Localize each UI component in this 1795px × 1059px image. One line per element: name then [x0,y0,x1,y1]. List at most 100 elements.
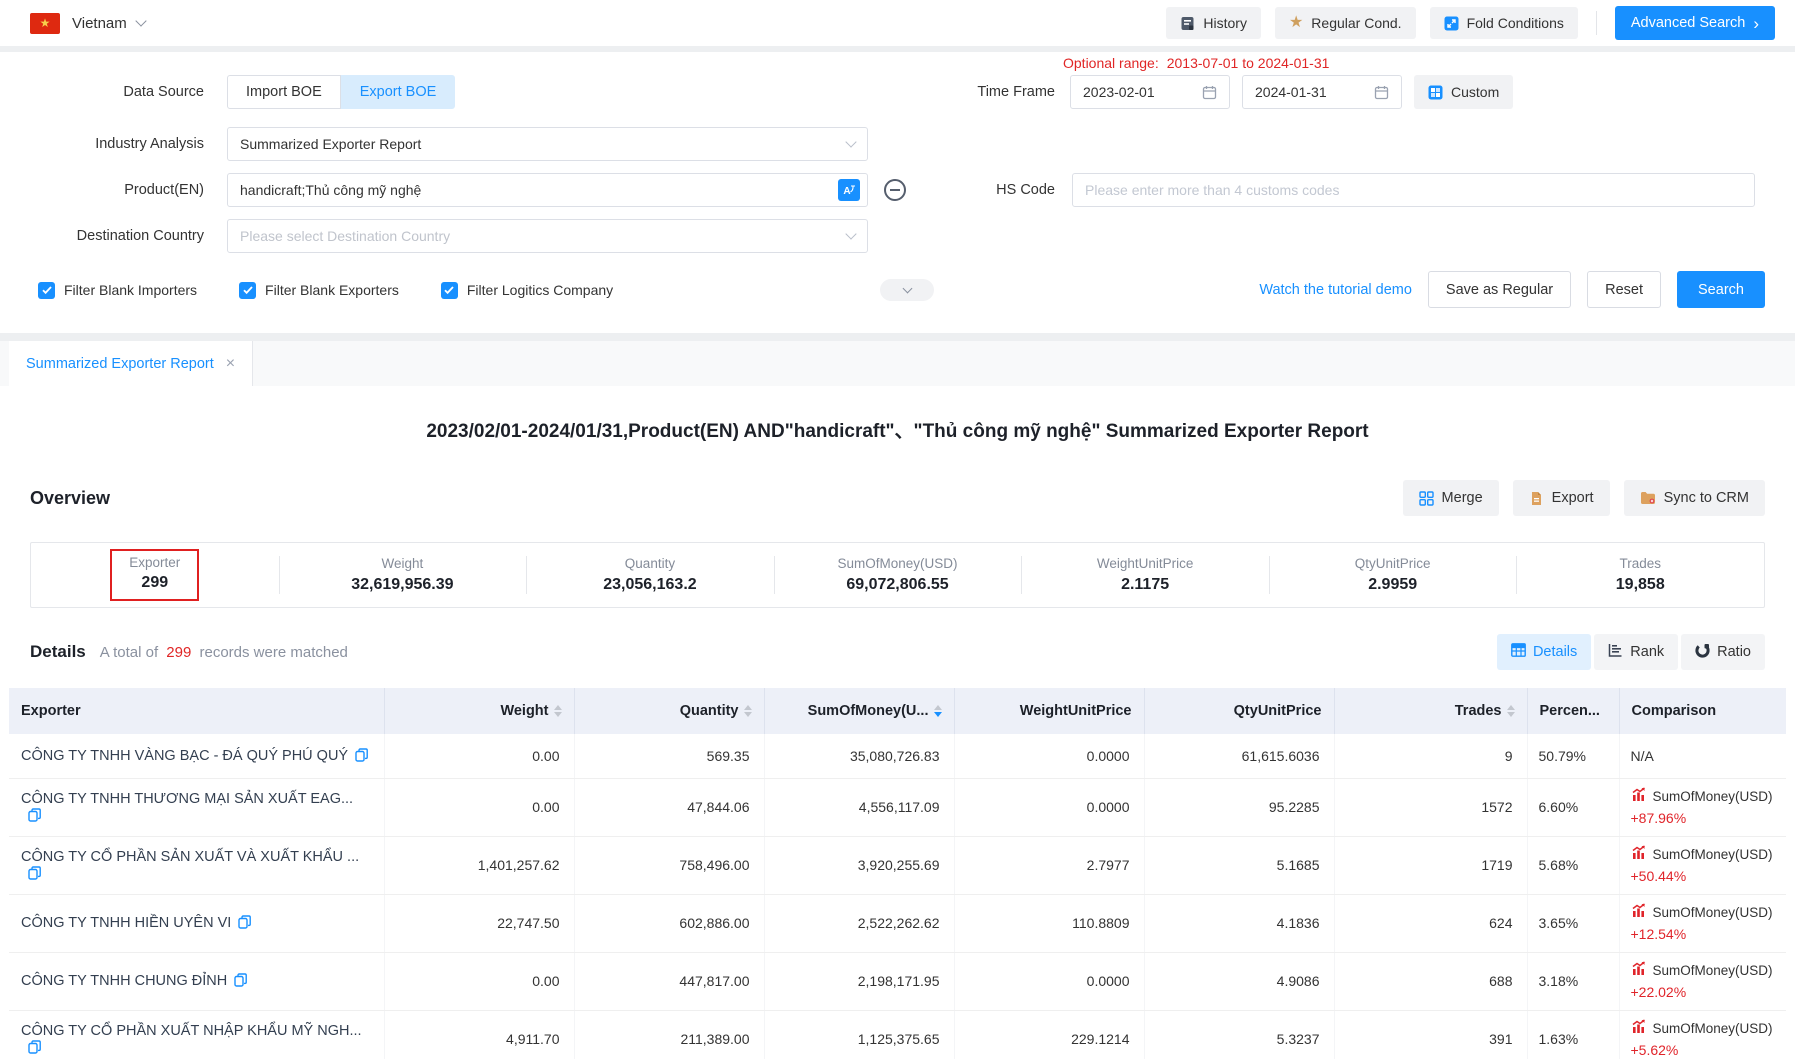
copy-icon[interactable] [234,973,247,990]
column-label: QtyUnitPrice [1234,703,1322,719]
destination-country-select[interactable]: Please select Destination Country [227,219,868,253]
copy-icon[interactable] [28,808,41,825]
collapse-conditions-button[interactable] [880,279,934,301]
history-button[interactable]: History [1166,7,1261,39]
export-button[interactable]: Export [1513,480,1610,516]
reset-button[interactable]: Reset [1587,271,1661,308]
sort-desc-icon[interactable] [554,712,562,717]
comparison-cell: SumOfMoney(USD)+50.44% [1619,836,1786,894]
view-button-label: Ratio [1717,644,1751,660]
sync-to-crm-button[interactable]: Sync to CRM [1624,480,1765,516]
view-button-details[interactable]: Details [1497,634,1591,670]
sort-carets-icon[interactable] [554,705,562,717]
regular-cond-button[interactable]: ★ Regular Cond. [1275,7,1416,39]
tutorial-demo-link[interactable]: Watch the tutorial demo [1259,282,1412,298]
exporter-name[interactable]: CÔNG TY TNHH CHUNG ĐỈNH [21,973,227,989]
comparison-cell: SumOfMoney(USD)+5.62% [1619,1010,1786,1059]
export-boe-button[interactable]: Export BOE [341,75,456,109]
table-row[interactable]: CÔNG TY CỔ PHẦN XUẤT NHẬP KHẨU MỸ NGH...… [9,1010,1786,1059]
exporter-name[interactable]: CÔNG TY TNHH THƯƠNG MẠI SẢN XUẤT EAG... [21,791,353,807]
table-row[interactable]: CÔNG TY CỔ PHẦN SẢN XUẤT VÀ XUẤT KHẨU ..… [9,836,1786,894]
column-header-quantity[interactable]: Quantity [574,688,764,734]
column-label: Quantity [680,703,739,719]
sum-of-money-cell: 2,522,262.62 [764,894,954,952]
chevron-right-icon: › [1753,15,1759,32]
weight-unit-price-cell: 110.8809 [954,894,1144,952]
fold-conditions-button[interactable]: Fold Conditions [1430,7,1578,39]
date-from-field[interactable]: 2023-02-01 [1070,75,1230,109]
tab-summarized-exporter-report[interactable]: Summarized Exporter Report × [9,341,253,386]
sort-desc-icon[interactable] [1507,712,1515,717]
checkbox-checked-icon[interactable] [38,282,55,299]
column-header-sumofmoneyu[interactable]: SumOfMoney(U... [764,688,954,734]
industry-analysis-select[interactable]: Summarized Exporter Report [227,127,868,161]
copy-icon[interactable] [28,1040,41,1057]
percentage-cell: 3.18% [1527,952,1619,1010]
checkbox-checked-icon[interactable] [239,282,256,299]
chevron-down-icon[interactable] [135,15,146,26]
custom-range-button[interactable]: Custom [1414,75,1513,109]
column-header-trades[interactable]: Trades [1334,688,1527,734]
sort-asc-icon[interactable] [554,705,562,710]
weight-cell: 0.00 [384,952,574,1010]
date-to-field[interactable]: 2024-01-31 [1242,75,1402,109]
sort-desc-icon[interactable] [934,712,942,717]
overview-stats-card: Exporter299Weight32,619,956.39Quantity23… [30,542,1765,608]
import-boe-button[interactable]: Import BOE [227,75,341,109]
table-row[interactable]: CÔNG TY TNHH HIỀN UYÊN VI22,747.50602,88… [9,894,1786,952]
trades-cell: 1572 [1334,778,1527,836]
exporter-name[interactable]: CÔNG TY CỔ PHẦN SẢN XUẤT VÀ XUẤT KHẨU ..… [21,849,359,865]
stat-label: Trades [1620,556,1662,571]
column-label: Exporter [21,703,81,719]
advanced-search-button[interactable]: Advanced Search › [1615,6,1775,40]
search-button[interactable]: Search [1677,271,1765,308]
checkbox-checked-icon[interactable] [441,282,458,299]
sort-desc-icon[interactable] [744,712,752,717]
exporter-name[interactable]: CÔNG TY TNHH VÀNG BẠC - ĐÁ QUÝ PHÚ QUÝ [21,748,348,764]
sort-asc-icon[interactable] [1507,705,1515,710]
table-row[interactable]: CÔNG TY TNHH VÀNG BẠC - ĐÁ QUÝ PHÚ QUÝ0.… [9,734,1786,778]
trades-cell: 688 [1334,952,1527,1010]
weight-cell: 4,911.70 [384,1010,574,1059]
stat-value: 19,858 [1616,576,1665,594]
exporter-name[interactable]: CÔNG TY CỔ PHẦN XUẤT NHẬP KHẨU MỸ NGH... [21,1023,362,1039]
trend-up-icon [1631,1019,1647,1040]
view-button-ratio[interactable]: Ratio [1681,634,1765,670]
tab-bar: Summarized Exporter Report × [0,341,1795,386]
report-area: 2023/02/01-2024/01/31,Product(EN) AND"ha… [0,386,1795,1059]
copy-icon[interactable] [238,915,251,932]
sort-carets-icon[interactable] [744,705,752,717]
sort-asc-icon[interactable] [744,705,752,710]
product-en-input[interactable]: handicraft;Thủ công mỹ nghệ A [227,173,868,207]
copy-icon[interactable] [355,748,368,765]
stat-label: Exporter [129,555,180,570]
stat-value: 32,619,956.39 [351,576,453,594]
view-button-label: Details [1533,644,1577,660]
export-doc-icon [1529,491,1544,506]
merge-button[interactable]: Merge [1403,480,1499,516]
sort-carets-icon[interactable] [934,705,942,717]
table-row[interactable]: CÔNG TY TNHH CHUNG ĐỈNH0.00447,817.002,1… [9,952,1786,1010]
view-button-rank[interactable]: Rank [1594,634,1678,670]
percentage-cell: 50.79% [1527,734,1619,778]
percentage-cell: 5.68% [1527,836,1619,894]
sort-carets-icon[interactable] [1507,705,1515,717]
table-row[interactable]: CÔNG TY TNHH THƯƠNG MẠI SẢN XUẤT EAG...0… [9,778,1786,836]
trend-up-icon [1631,787,1647,808]
filter-checkbox-item[interactable]: Filter Blank Exporters [239,282,399,299]
qty-unit-price-cell: 61,615.6036 [1144,734,1334,778]
column-header-weight[interactable]: Weight [384,688,574,734]
weight-cell: 22,747.50 [384,894,574,952]
save-as-regular-button[interactable]: Save as Regular [1428,271,1571,308]
hs-code-input[interactable] [1072,173,1755,207]
country-selector-label[interactable]: Vietnam [72,15,127,32]
optional-range-text: Optional range: 2013-07-01 to 2024-01-31 [1063,55,1329,71]
filter-checkbox-item[interactable]: Filter Blank Importers [38,282,197,299]
copy-icon[interactable] [28,866,41,883]
filter-checkbox-item[interactable]: Filter Logitics Company [441,282,613,299]
chevron-down-icon [902,284,912,294]
exporter-name[interactable]: CÔNG TY TNHH HIỀN UYÊN VI [21,915,231,931]
sort-asc-icon[interactable] [934,705,942,710]
weight-unit-price-cell: 0.0000 [954,952,1144,1010]
tab-close-icon[interactable]: × [226,356,235,372]
